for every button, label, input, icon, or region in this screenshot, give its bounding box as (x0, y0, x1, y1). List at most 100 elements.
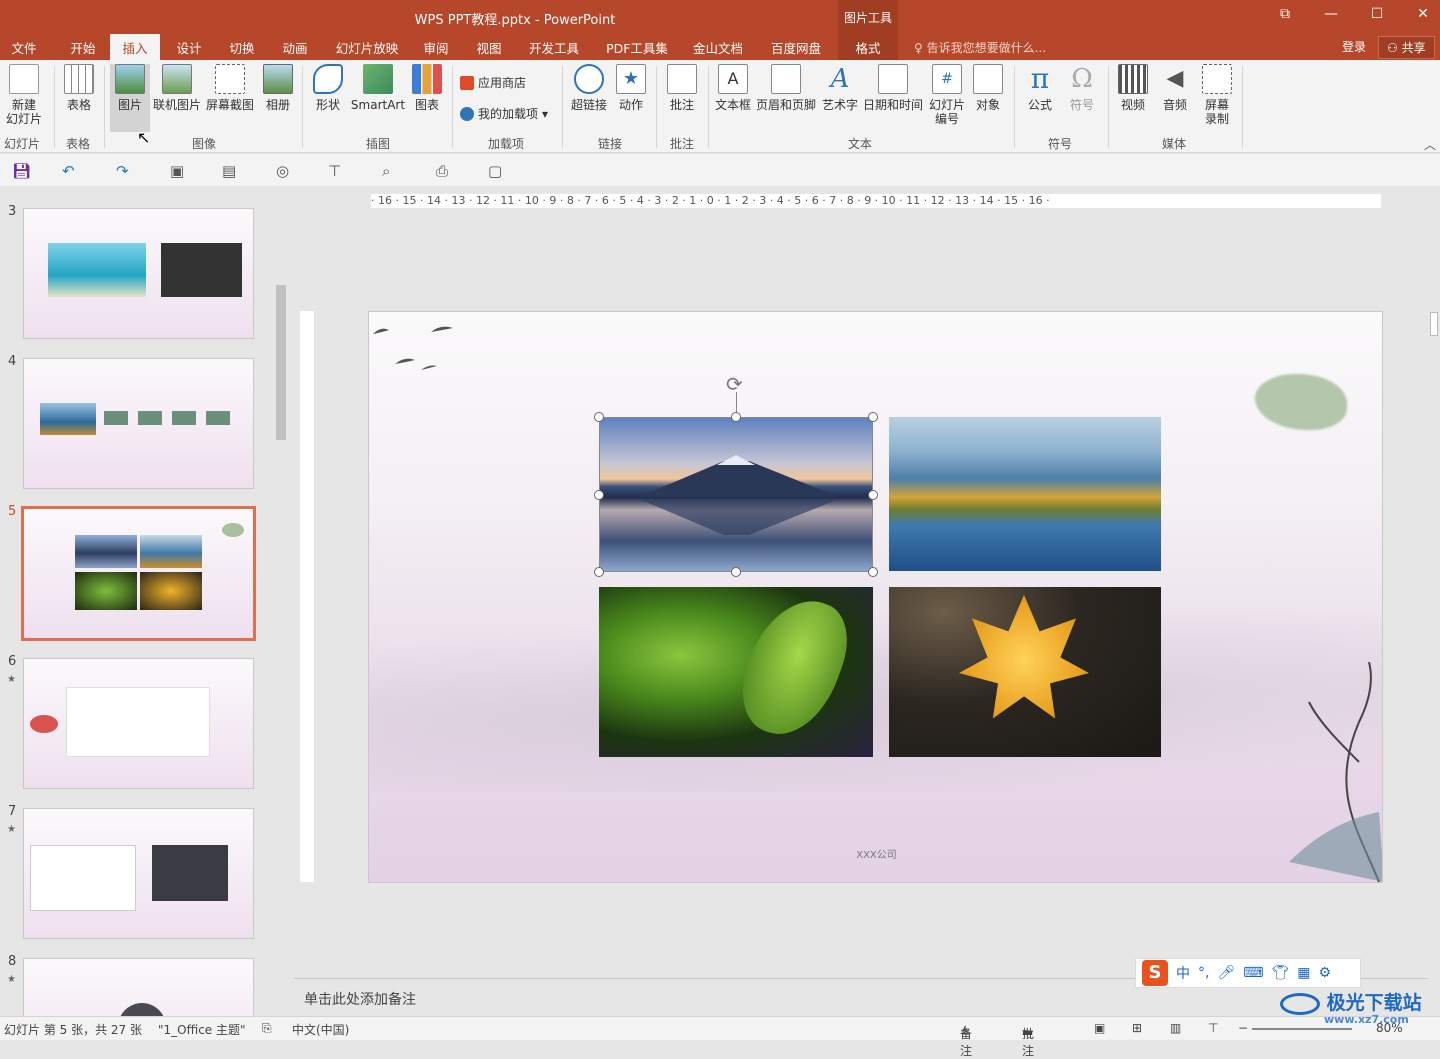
symbol-button[interactable]: Ω 符号 (1062, 64, 1102, 112)
microphone-icon[interactable]: 🎤︎ (1217, 965, 1235, 981)
close-button[interactable]: ✕ (1408, 6, 1438, 22)
object-button[interactable]: 对象 (970, 64, 1006, 112)
online-picture-button[interactable]: 联机图片 (152, 64, 202, 112)
tab-insert[interactable]: 插入 (110, 34, 160, 60)
scroll-thumb[interactable] (1430, 312, 1438, 336)
slide-thumbnail-7[interactable] (23, 808, 254, 939)
toolbox-icon[interactable]: ▦ (1297, 965, 1310, 981)
resize-handle[interactable] (868, 412, 878, 422)
save-icon[interactable]: 💾︎ (12, 162, 31, 180)
scroll-thumb[interactable] (276, 285, 286, 440)
datetime-button[interactable]: 日期和时间 (862, 64, 924, 112)
header-footer-button[interactable]: 页眉和页脚 (754, 64, 818, 112)
animation-star-icon: ★ (7, 824, 16, 835)
tab-baidu-netdisk[interactable]: 百度网盘 (762, 34, 830, 60)
ribbon-display-options-icon[interactable]: ⧉ (1270, 6, 1300, 22)
settings-icon[interactable]: ⚙ (1318, 965, 1331, 981)
editor-scrollbar[interactable] (1428, 186, 1440, 966)
punctuation-icon[interactable]: °, (1198, 965, 1209, 981)
publish-icon[interactable]: ⎙ (436, 162, 448, 180)
share-button[interactable]: ⚇ 共享 (1378, 36, 1435, 59)
resize-handle[interactable] (731, 412, 741, 422)
shapes-button[interactable]: 形状 (308, 64, 348, 112)
tab-view[interactable]: 视图 (466, 34, 512, 60)
language-indicator[interactable]: 中文(中国) (292, 1021, 349, 1038)
album-button[interactable]: 相册 (260, 64, 296, 112)
slide-number-label: 幻灯片 编号 (928, 98, 965, 126)
slide-thumbnail-4[interactable] (23, 358, 254, 489)
tab-slideshow[interactable]: 幻灯片放映 (330, 34, 404, 60)
slideshow-icon[interactable]: ⊤ (1208, 1021, 1218, 1035)
my-addins-button[interactable]: 我的加载项 ▾ (460, 105, 548, 122)
tab-kingsoft-docs[interactable]: 金山文档 (686, 34, 750, 60)
tab-format[interactable]: 格式 (838, 34, 898, 60)
tab-developer[interactable]: 开发工具 (522, 34, 586, 60)
slide-thumbnail-5-selected[interactable] (21, 506, 256, 641)
tab-review[interactable]: 审阅 (413, 34, 459, 60)
resize-handle[interactable] (731, 567, 741, 577)
undo-icon[interactable]: ↶ (62, 162, 75, 180)
reading-view-icon[interactable]: ▥ (1170, 1021, 1181, 1035)
ime-language[interactable]: 中 (1176, 963, 1190, 983)
collapse-ribbon-icon[interactable]: ︿ (1424, 136, 1436, 153)
screenshot-button[interactable]: 屏幕截图 (204, 64, 256, 112)
tab-file[interactable]: 文件 (0, 34, 48, 60)
resize-handle[interactable] (868, 567, 878, 577)
tell-me-box[interactable]: ♀ 告诉我您想要做什么... (914, 39, 1046, 56)
preview-icon[interactable]: ⌕ (382, 162, 390, 180)
layout-icon[interactable]: ▤ (222, 162, 236, 180)
smartart-button[interactable]: SmartArt (350, 64, 406, 112)
slide-thumbnail-8[interactable] (23, 958, 254, 1016)
chart-button[interactable]: 图表 (410, 64, 444, 112)
login-button[interactable]: 登录 (1342, 38, 1366, 55)
skin-icon[interactable]: 👕︎ (1271, 965, 1289, 981)
app-store-button[interactable]: 应用商店 (460, 74, 526, 91)
audio-button[interactable]: ◀ 音频 (1156, 64, 1194, 112)
rehearse-icon[interactable]: ◎ (276, 162, 289, 180)
document-icon[interactable]: ▢ (488, 162, 502, 180)
maple-leaf-photo[interactable] (889, 587, 1161, 757)
tab-transitions[interactable]: 切换 (217, 34, 267, 60)
zoom-out-icon[interactable]: − (1238, 1021, 1248, 1035)
resize-handle[interactable] (594, 567, 604, 577)
slide-thumbnail-6[interactable] (23, 658, 254, 789)
slide-canvas[interactable]: ⟳ XXX公司 (368, 311, 1383, 883)
tab-pdf-tools[interactable]: PDF工具集 (598, 34, 676, 60)
table-button[interactable]: 表格 (60, 64, 98, 112)
divider (302, 66, 303, 148)
slide-thumbnail-3[interactable] (23, 208, 254, 339)
sogou-ime-toolbar[interactable]: S 中 °, 🎤︎ ⌨ 👕︎ ▦ ⚙ (1135, 958, 1361, 988)
screen-recording-button[interactable]: 屏幕 录制 (1198, 64, 1236, 126)
keyboard-icon[interactable]: ⌨ (1243, 965, 1263, 981)
misty-lake-photo[interactable] (889, 417, 1161, 571)
textbox-button[interactable]: A 文本框 (714, 64, 752, 112)
spellcheck-icon[interactable]: ⎘ (262, 1021, 272, 1036)
equation-button[interactable]: π 公式 (1020, 64, 1060, 113)
slide-sorter-icon[interactable]: ⊞ (1132, 1021, 1142, 1035)
resize-handle[interactable] (868, 490, 878, 500)
rotate-handle-icon[interactable]: ⟳ (726, 372, 743, 396)
green-leaves-photo[interactable] (599, 585, 873, 757)
normal-view-icon[interactable]: ▣ (1094, 1021, 1105, 1035)
from-beginning-icon[interactable]: ▣ (170, 162, 184, 180)
maximize-button[interactable]: ☐ (1362, 6, 1392, 22)
new-slide-button[interactable]: 新建 幻灯片 (2, 64, 46, 126)
zoom-slider[interactable] (1252, 1028, 1352, 1030)
picture-button[interactable]: 图片 (110, 64, 150, 132)
tab-design[interactable]: 设计 (164, 34, 214, 60)
minimize-button[interactable]: — (1316, 6, 1346, 22)
hyperlink-button[interactable]: 超链接 (568, 64, 610, 112)
comment-button[interactable]: 批注 (664, 64, 700, 112)
slide-number-button[interactable]: # 幻灯片 编号 (926, 64, 968, 126)
video-button[interactable]: 视频 (1114, 64, 1152, 112)
thumbnail-scrollbar[interactable] (274, 190, 288, 1016)
wordart-button[interactable]: A 艺术字 (820, 64, 860, 112)
present-icon[interactable]: ⊤ (328, 162, 341, 180)
notes-placeholder: 单击此处添加备注 (304, 992, 416, 1008)
redo-icon[interactable]: ↷ (116, 162, 129, 180)
resize-handle[interactable] (594, 490, 604, 500)
resize-handle[interactable] (594, 412, 604, 422)
tab-home[interactable]: 开始 (58, 34, 108, 60)
action-button[interactable]: ★ 动作 (614, 64, 648, 112)
tab-animations[interactable]: 动画 (270, 34, 320, 60)
